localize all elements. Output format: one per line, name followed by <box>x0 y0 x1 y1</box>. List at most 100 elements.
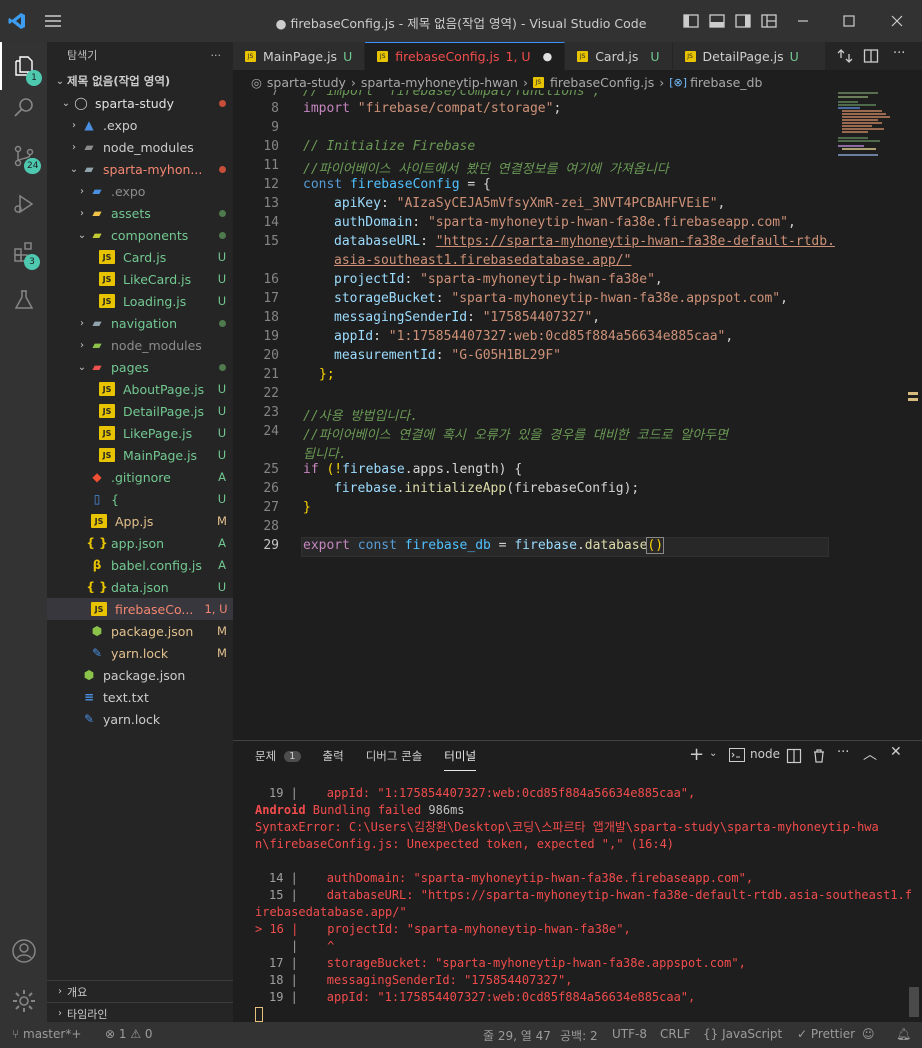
eol-status[interactable]: CRLF <box>660 1027 690 1041</box>
tab-card[interactable]: JS Card.js U <box>565 42 673 70</box>
cursor-position[interactable]: 줄 29, 열 47 <box>483 1027 551 1044</box>
terminal-kind[interactable]: node <box>750 747 780 761</box>
breadcrumb-item[interactable]: firebase_db <box>690 75 762 90</box>
tab-firebaseconfig[interactable]: JS firebaseConfig.js 1, U ● <box>365 42 566 70</box>
toggle-panel-icon[interactable] <box>708 12 726 30</box>
code-editor[interactable]: 7// import "firebase/compat/functions"; … <box>233 90 922 740</box>
indentation-status[interactable]: 공백: 2 <box>560 1027 598 1044</box>
split-terminal-icon[interactable] <box>786 748 802 764</box>
folder-item[interactable]: › ▰ node_modules <box>47 334 233 356</box>
tab-mainpage[interactable]: JS MainPage.js U <box>233 42 366 70</box>
explorer-title: 탐색기 <box>67 49 98 62</box>
file-item[interactable]: JS Loading.js U <box>47 290 233 312</box>
scm-badge: 24 <box>24 158 42 174</box>
file-item[interactable]: β babel.config.js A <box>47 554 233 576</box>
chevron-right-icon: › <box>58 1008 62 1019</box>
notifications-bell-icon[interactable]: 🔔︎ <box>896 1027 911 1041</box>
tab-output[interactable]: 출력 <box>323 741 344 771</box>
folder-icon: ▰ <box>84 140 94 154</box>
chevron-down-icon: ⌄ <box>77 361 87 373</box>
terminal-scrollbar[interactable] <box>909 987 919 1017</box>
folder-item[interactable]: ⌄ ▰ components <box>47 224 233 246</box>
folder-item[interactable]: ⌄ ▰ sparta-myhon... <box>47 158 233 180</box>
chevron-down-icon[interactable]: ⌄ <box>709 748 717 759</box>
git-status-badge: U <box>217 448 227 462</box>
split-editor-icon[interactable] <box>863 48 879 64</box>
toggle-secondary-sidebar-icon[interactable] <box>734 12 752 30</box>
search-icon[interactable] <box>0 84 47 132</box>
encoding-status[interactable]: UTF-8 <box>612 1027 647 1041</box>
git-status-badge: U <box>217 492 227 506</box>
git-status-badge: U <box>217 382 227 396</box>
file-item[interactable]: JS Card.js U <box>47 246 233 268</box>
terminal-cursor[interactable] <box>255 1007 263 1022</box>
file-item[interactable]: { } data.json U <box>47 576 233 598</box>
maximize-panel-icon[interactable]: ︿ <box>863 744 877 764</box>
unsaved-dot-icon[interactable]: ● <box>543 50 553 63</box>
file-item[interactable]: ≡ text.txt <box>47 686 233 708</box>
file-item[interactable]: { } app.json A <box>47 532 233 554</box>
file-item[interactable]: ✎ yarn.lock M <box>47 642 233 664</box>
testing-flask-icon[interactable] <box>0 276 47 324</box>
breadcrumb-item[interactable]: firebaseConfig.js <box>550 75 654 90</box>
breadcrumb-item[interactable]: sparta-myhoneytip-hwan <box>361 75 518 90</box>
more-actions-icon[interactable]: ··· <box>211 49 222 62</box>
folder-item[interactable]: › ▰ .expo <box>47 180 233 202</box>
minimap[interactable] <box>838 92 910 162</box>
close-panel-icon[interactable]: ✕ <box>890 744 902 760</box>
prettier-status[interactable]: ✓ Prettier <box>797 1027 855 1041</box>
file-item[interactable]: ✎ yarn.lock <box>47 708 233 730</box>
more-actions-icon[interactable]: ··· <box>893 46 905 61</box>
run-debug-icon[interactable] <box>0 180 47 228</box>
file-item[interactable]: JS MainPage.js U <box>47 444 233 466</box>
folder-item[interactable]: ⌄ ◯ sparta-study <box>47 92 233 114</box>
workspace-root[interactable]: ⌄ 제목 없음(작업 영역) <box>47 70 233 92</box>
new-terminal-icon[interactable]: + <box>689 744 704 765</box>
npm-icon: ⬢ <box>83 668 95 682</box>
tab-detailpage[interactable]: JS DetailPage.js U <box>672 42 826 70</box>
explorer-icon[interactable]: 1 <box>0 42 47 90</box>
file-item[interactable]: ⬢ package.json M <box>47 620 233 642</box>
problems-status[interactable]: ⊗ 1 ⚠ 0 <box>105 1027 153 1041</box>
chevron-right-icon: › <box>80 339 84 351</box>
chevron-down-icon: ⌄ <box>69 163 79 175</box>
folder-item[interactable]: › ▰ navigation <box>47 312 233 334</box>
file-item[interactable]: ▯{U <box>47 488 233 510</box>
settings-gear-icon[interactable] <box>0 977 47 1025</box>
feedback-icon[interactable]: ☺ <box>862 1027 875 1041</box>
folder-item[interactable]: › ▰ node_modules <box>47 136 233 158</box>
maximize-icon[interactable] <box>840 12 858 30</box>
menu-icon[interactable] <box>44 12 62 30</box>
language-mode[interactable]: {} JavaScript <box>703 1027 782 1041</box>
file-item[interactable]: JS AboutPage.js U <box>47 378 233 400</box>
code-line: 15 databaseURL: "https://sparta-myhoneyti… <box>263 234 835 249</box>
code-line: 20 measurementId: "G-G05H1BL29F" <box>263 348 561 363</box>
folder-item[interactable]: ⌄ ▰ pages <box>47 356 233 378</box>
trash-icon[interactable] <box>811 748 827 764</box>
file-item[interactable]: JS firebaseCo... 1, U <box>47 598 233 620</box>
tab-terminal[interactable]: 터미널 <box>444 741 477 771</box>
branch-status[interactable]: ⑂ master*+ <box>12 1027 81 1041</box>
folder-item[interactable]: › ▲ .expo <box>47 114 233 136</box>
file-item[interactable]: JS App.js M <box>47 510 233 532</box>
extensions-icon[interactable]: 3 <box>0 228 47 276</box>
more-actions-icon[interactable]: ··· <box>837 745 849 760</box>
minimize-icon[interactable] <box>794 12 812 30</box>
toggle-sidebar-icon[interactable] <box>682 12 700 30</box>
compare-changes-icon[interactable] <box>837 48 853 64</box>
file-item[interactable]: JS DetailPage.js U <box>47 400 233 422</box>
tab-problems[interactable]: 문제 1 <box>255 741 301 771</box>
tab-debug-console[interactable]: 디버그 콘솔 <box>366 741 423 771</box>
breadcrumb-item[interactable]: sparta-study <box>267 75 346 90</box>
file-item[interactable]: ⬢ package.json <box>47 664 233 686</box>
account-icon[interactable] <box>0 927 47 975</box>
file-item[interactable]: JS LikePage.js U <box>47 422 233 444</box>
source-control-icon[interactable]: 24 <box>0 132 47 180</box>
close-icon[interactable] <box>888 12 906 30</box>
customize-layout-icon[interactable] <box>760 12 778 30</box>
file-item[interactable]: ◆ .gitignore A <box>47 466 233 488</box>
timeline-section[interactable]: › 타임라인 <box>47 1002 233 1024</box>
outline-section[interactable]: › 개요 <box>47 980 233 1002</box>
file-item[interactable]: JS LikeCard.js U <box>47 268 233 290</box>
folder-item[interactable]: › ▰ assets <box>47 202 233 224</box>
